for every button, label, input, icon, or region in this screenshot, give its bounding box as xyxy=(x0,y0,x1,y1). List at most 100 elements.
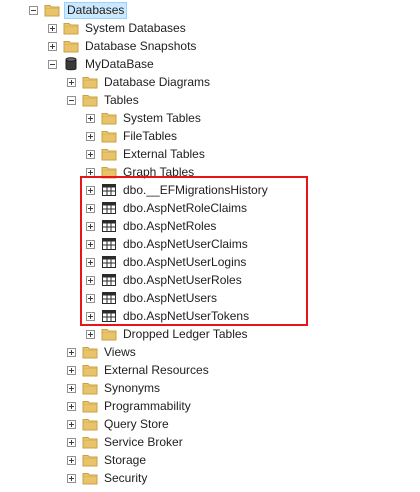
table-icon xyxy=(101,291,117,305)
tree-node-dropped-ledger-tables[interactable]: Dropped Ledger Tables xyxy=(86,325,250,343)
tree-node-label: Tables xyxy=(104,93,139,107)
collapse-toggle-icon[interactable] xyxy=(48,59,57,69)
tree-node-filetables[interactable]: FileTables xyxy=(86,127,179,145)
tree-node-synonyms[interactable]: Synonyms xyxy=(67,379,162,397)
expand-toggle-icon[interactable] xyxy=(48,23,57,33)
table-icon xyxy=(101,309,117,323)
tree-node-label: MyDataBase xyxy=(85,57,154,71)
expand-toggle-icon[interactable] xyxy=(86,239,95,249)
expand-toggle-icon[interactable] xyxy=(86,275,95,285)
tree-node-label: dbo.AspNetUserLogins xyxy=(123,255,247,269)
tree-node-query-store[interactable]: Query Store xyxy=(67,415,171,433)
folder-icon xyxy=(82,453,98,467)
collapse-toggle-icon[interactable] xyxy=(29,5,38,15)
tree-node-system-databases[interactable]: System Databases xyxy=(48,19,188,37)
folder-icon xyxy=(82,75,98,89)
tree-node-label: Query Store xyxy=(104,417,169,431)
expand-toggle-icon[interactable] xyxy=(67,77,76,87)
expand-toggle-icon[interactable] xyxy=(86,185,95,195)
folder-icon xyxy=(101,111,117,125)
tree-node-label: dbo.AspNetUsers xyxy=(123,291,218,305)
folder-icon xyxy=(82,417,98,431)
tree-node-dbo-aspnetroles[interactable]: dbo.AspNetRoles xyxy=(86,217,218,235)
tree-node-service-broker[interactable]: Service Broker xyxy=(67,433,185,451)
tree-node-label: FileTables xyxy=(123,129,178,143)
tree-node-dbo-aspnetuserlogins[interactable]: dbo.AspNetUserLogins xyxy=(86,253,248,271)
expand-toggle-icon[interactable] xyxy=(86,149,95,159)
expand-toggle-icon[interactable] xyxy=(48,41,57,51)
folder-icon xyxy=(63,39,79,53)
expand-toggle-icon[interactable] xyxy=(67,347,76,357)
expand-toggle-icon[interactable] xyxy=(86,131,95,141)
tree-node-database-snapshots[interactable]: Database Snapshots xyxy=(48,37,198,55)
table-icon xyxy=(101,273,117,287)
tree-node-label: Programmability xyxy=(104,399,191,413)
table-icon xyxy=(101,237,117,251)
tree-node-label: Dropped Ledger Tables xyxy=(123,327,248,341)
tree-node-programmability[interactable]: Programmability xyxy=(67,397,193,415)
tree-node-external-resources[interactable]: External Resources xyxy=(67,361,211,379)
tree-node-label: System Databases xyxy=(85,21,186,35)
tree-node-label: Storage xyxy=(104,453,147,467)
tree-node-label: Database Diagrams xyxy=(104,75,211,89)
tree-node-label: dbo.AspNetUserRoles xyxy=(123,273,242,287)
tree-node-tables[interactable]: Tables xyxy=(67,91,141,109)
tree-node-dbo-efmigrationshistory[interactable]: dbo.__EFMigrationsHistory xyxy=(86,181,270,199)
tree-node-label: External Resources xyxy=(104,363,209,377)
tree-node-label: dbo.AspNetUserTokens xyxy=(123,309,250,323)
collapse-toggle-icon[interactable] xyxy=(67,95,76,105)
tree-node-system-tables[interactable]: System Tables xyxy=(86,109,203,127)
expand-toggle-icon[interactable] xyxy=(86,167,95,177)
folder-icon xyxy=(82,435,98,449)
table-icon xyxy=(101,255,117,269)
expand-toggle-icon[interactable] xyxy=(86,113,95,123)
folder-icon xyxy=(82,381,98,395)
expand-toggle-icon[interactable] xyxy=(86,293,95,303)
expand-toggle-icon[interactable] xyxy=(86,329,95,339)
tree-node-dbo-aspnetroleclaims[interactable]: dbo.AspNetRoleClaims xyxy=(86,199,249,217)
table-icon xyxy=(101,219,117,233)
expand-toggle-icon[interactable] xyxy=(86,257,95,267)
expand-toggle-icon[interactable] xyxy=(67,401,76,411)
tree-node-dbo-aspnetuserroles[interactable]: dbo.AspNetUserRoles xyxy=(86,271,244,289)
tree-node-database-diagrams[interactable]: Database Diagrams xyxy=(67,73,212,91)
tree-node-security[interactable]: Security xyxy=(67,469,149,487)
expand-toggle-icon[interactable] xyxy=(86,203,95,213)
tree-node-storage[interactable]: Storage xyxy=(67,451,148,469)
expand-toggle-icon[interactable] xyxy=(67,473,76,483)
expand-toggle-icon[interactable] xyxy=(86,311,95,321)
folder-icon xyxy=(82,471,98,485)
tree-node-graph-tables[interactable]: Graph Tables xyxy=(86,163,196,181)
tree-node-mydatabase[interactable]: MyDataBase xyxy=(48,55,156,73)
database-icon xyxy=(63,57,79,71)
tree-node-label: Graph Tables xyxy=(123,165,195,179)
tree-node-views[interactable]: Views xyxy=(67,343,138,361)
tree-node-databases[interactable]: Databases xyxy=(29,1,128,19)
tree-node-label: Security xyxy=(104,471,148,485)
tree-node-dbo-aspnetusertokens[interactable]: dbo.AspNetUserTokens xyxy=(86,307,251,325)
folder-icon xyxy=(82,363,98,377)
tree-node-dbo-aspnetuserclaims[interactable]: dbo.AspNetUserClaims xyxy=(86,235,250,253)
tree-node-label: Synonyms xyxy=(104,381,161,395)
folder-icon xyxy=(101,165,117,179)
tree-node-external-tables[interactable]: External Tables xyxy=(86,145,207,163)
folder-icon xyxy=(82,345,98,359)
tree-node-label: System Tables xyxy=(123,111,201,125)
folder-icon xyxy=(82,399,98,413)
folder-icon xyxy=(101,129,117,143)
table-icon xyxy=(101,201,117,215)
tree-node-label: External Tables xyxy=(123,147,205,161)
tree-node-label: dbo.AspNetUserClaims xyxy=(123,237,248,251)
expand-toggle-icon[interactable] xyxy=(67,419,76,429)
folder-icon xyxy=(101,147,117,161)
expand-toggle-icon[interactable] xyxy=(67,365,76,375)
tree-node-label: dbo.AspNetRoles xyxy=(123,219,217,233)
tree-node-dbo-aspnetusers[interactable]: dbo.AspNetUsers xyxy=(86,289,219,307)
folder-icon xyxy=(101,327,117,341)
expand-toggle-icon[interactable] xyxy=(67,455,76,465)
expand-toggle-icon[interactable] xyxy=(67,437,76,447)
expand-toggle-icon[interactable] xyxy=(67,383,76,393)
folder-icon xyxy=(82,93,98,107)
tree-node-label: Databases xyxy=(64,1,128,19)
expand-toggle-icon[interactable] xyxy=(86,221,95,231)
